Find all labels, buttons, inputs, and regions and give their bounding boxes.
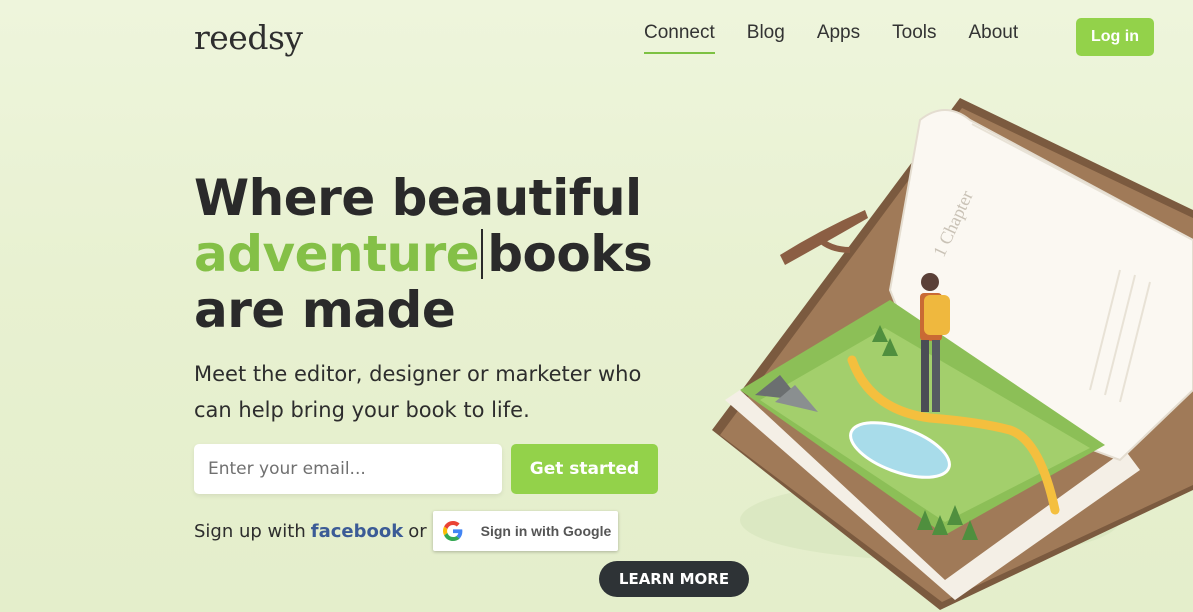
headline-books-word: books (487, 225, 653, 283)
nav-about[interactable]: About (968, 22, 1018, 54)
get-started-button[interactable]: Get started (511, 444, 658, 494)
main-nav: Connect Blog Apps Tools About (644, 22, 1050, 54)
headline-line-3: are made (194, 281, 456, 339)
or-label: or (408, 520, 427, 542)
headline-accent-word: adventure (194, 225, 480, 283)
google-signin-label: Sign in with Google (480, 523, 612, 539)
book-adventure-illustration: 1 Chapter (712, 98, 1193, 610)
social-signup-row: Sign up with facebook or Sign in with Go… (194, 511, 618, 551)
nav-tools[interactable]: Tools (892, 22, 936, 54)
facebook-signup-link[interactable]: facebook (311, 521, 403, 542)
signup-prefix: Sign up with (194, 520, 306, 542)
google-signin-button[interactable]: Sign in with Google (432, 511, 618, 551)
hero-subtitle: Meet the editor, designer or marketer wh… (194, 362, 642, 422)
typing-cursor (481, 229, 484, 279)
reedsy-logo[interactable]: reedsy (194, 18, 303, 57)
nav-connect[interactable]: Connect (644, 22, 715, 54)
hero-headline: Where beautiful adventure books are made (194, 169, 653, 339)
nav-blog[interactable]: Blog (747, 22, 785, 54)
nav-apps[interactable]: Apps (817, 22, 860, 54)
email-input[interactable] (194, 444, 502, 494)
google-icon (442, 521, 463, 541)
headline-line-1: Where beautiful (194, 169, 642, 227)
login-button[interactable]: Log in (1076, 18, 1154, 56)
